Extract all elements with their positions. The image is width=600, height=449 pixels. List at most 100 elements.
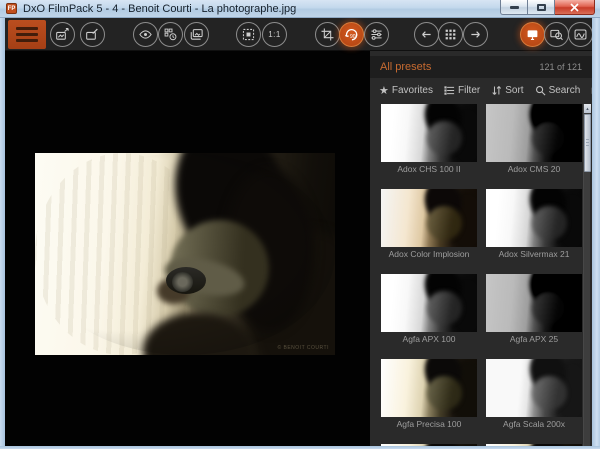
scrollbar-thumb[interactable] [584, 114, 591, 172]
thumb-body [427, 121, 462, 156]
preset-thumbnail[interactable] [381, 359, 477, 417]
thumb-body [532, 291, 567, 326]
star-icon: ★ [379, 84, 389, 97]
snapshots-button[interactable] [158, 22, 183, 47]
preset-thumbnail[interactable] [381, 274, 477, 332]
thumb-body [532, 376, 567, 411]
preset-name: Agfa Precisa 100 [396, 419, 462, 429]
snapshots-icon [164, 28, 177, 41]
preview-eye-button[interactable] [133, 22, 158, 47]
rotate-90-button[interactable]: 90° [339, 22, 364, 47]
filter-list-icon [444, 86, 455, 95]
thumb-body [427, 291, 462, 326]
photo-watermark: © BENOIT COURTI [277, 345, 329, 351]
presets-panel: All presets 121 of 121 ★ Favorites Filte… [370, 51, 592, 446]
minimize-button[interactable] [500, 0, 528, 15]
preset-name: Agfa APX 25 [509, 334, 559, 344]
preset-item[interactable]: Agfa Scala 200x [486, 359, 582, 433]
thumbnail-grid-button[interactable] [438, 22, 463, 47]
scroll-up-button[interactable]: ▲ [584, 104, 591, 113]
close-button[interactable] [555, 0, 595, 15]
window-controls [500, 0, 595, 15]
preset-item[interactable]: Adox Silvermax 21 [486, 189, 582, 263]
minimize-icon [509, 5, 519, 9]
preset-thumbnail[interactable] [486, 359, 582, 417]
preset-name: Agfa APX 100 [402, 334, 456, 344]
main-photo[interactable]: © BENOIT COURTI [35, 153, 335, 355]
export-image-button[interactable] [50, 22, 75, 47]
histogram-button[interactable] [568, 22, 593, 47]
preset-name: Adox Silvermax 21 [498, 249, 570, 259]
export-image-icon [56, 27, 69, 40]
crop-button[interactable] [315, 22, 340, 47]
app-window: FP DxO FilmPack 5 - 4 - Benoit Courti - … [0, 0, 600, 449]
main-toolbar: 1:1 90° [5, 18, 593, 51]
preset-thumbnail[interactable] [486, 104, 582, 162]
thumb-body [532, 121, 567, 156]
search-button[interactable]: Search [535, 85, 580, 96]
maximize-button[interactable] [528, 0, 555, 15]
grid-icon [445, 29, 456, 40]
preset-thumbnail[interactable] [381, 104, 477, 162]
title-bar[interactable]: FP DxO FilmPack 5 - 4 - Benoit Courti - … [0, 0, 600, 18]
eye-icon [139, 30, 152, 39]
preset-item[interactable]: Adox Color Implosion [381, 189, 477, 263]
preset-item[interactable]: Agfa APX 25 [486, 274, 582, 348]
crop-icon [321, 28, 334, 41]
presets-header: All presets 121 of 121 [370, 56, 592, 78]
edit-image-icon [86, 28, 98, 40]
preset-thumbnail[interactable] [486, 274, 582, 332]
sort-icon [492, 86, 502, 95]
histogram-icon [574, 29, 587, 40]
window-title: DxO FilmPack 5 - 4 - Benoit Courti - La … [23, 2, 297, 15]
window-frame-left [0, 18, 5, 449]
window-frame-right [592, 18, 600, 449]
thumb-body [427, 206, 462, 241]
favorites-button[interactable]: ★ Favorites [379, 85, 433, 96]
sort-button[interactable]: Sort [491, 85, 524, 96]
presets-title: All presets [380, 61, 432, 73]
preset-thumbnail[interactable] [486, 189, 582, 247]
next-image-button[interactable] [463, 22, 488, 47]
presets-grid: Adox CHS 100 II Adox CMS 20 Adox Color Imp… [381, 104, 582, 446]
adjustments-button[interactable] [364, 22, 389, 47]
preset-name: Agfa Scala 200x [503, 419, 565, 429]
monitor-icon [527, 30, 538, 40]
arrow-right-icon [471, 31, 480, 38]
preset-thumbnail[interactable] [381, 189, 477, 247]
preset-item[interactable]: Agfa APX 100 [381, 274, 477, 348]
image-browser-button[interactable] [184, 22, 209, 47]
thumb-body [532, 206, 567, 241]
fit-screen-icon [242, 28, 255, 41]
preset-item[interactable]: Adox CMS 20 [486, 104, 582, 178]
presets-scrollbar[interactable]: ▲ [583, 104, 591, 446]
previous-image-button[interactable] [414, 22, 439, 47]
rotate-90-icon [344, 29, 358, 41]
close-icon [570, 2, 579, 12]
fit-screen-button[interactable] [236, 22, 261, 47]
preset-item[interactable]: Adox CHS 100 II [381, 104, 477, 178]
presets-count: 121 of 121 [539, 62, 582, 72]
sliders-icon [371, 29, 382, 40]
loupe-button[interactable] [544, 22, 569, 47]
preset-name: Adox CMS 20 [507, 164, 561, 174]
preset-name: Adox Color Implosion [388, 249, 470, 259]
zoom-1-1-button[interactable]: 1:1 [262, 22, 287, 47]
preset-item[interactable]: Agfa Precisa 100 [381, 359, 477, 433]
image-canvas[interactable]: © BENOIT COURTI [5, 51, 370, 446]
edit-image-button[interactable] [80, 22, 105, 47]
menu-button[interactable] [8, 20, 46, 49]
arrow-left-icon [422, 31, 431, 38]
display-mode-button[interactable] [520, 22, 545, 47]
presets-filter-bar: ★ Favorites Filter Sort Search [370, 78, 592, 103]
maximize-icon [536, 3, 546, 11]
loupe-icon [550, 29, 563, 41]
zoom-1-1-label: 1:1 [268, 30, 281, 39]
image-browser-icon [190, 29, 203, 40]
photo-vignette [35, 153, 335, 355]
preset-name: Adox CHS 100 II [397, 164, 461, 174]
app-icon: FP [6, 3, 17, 14]
search-icon [535, 86, 546, 96]
filter-button[interactable]: Filter [444, 85, 480, 96]
thumb-body [427, 376, 462, 411]
